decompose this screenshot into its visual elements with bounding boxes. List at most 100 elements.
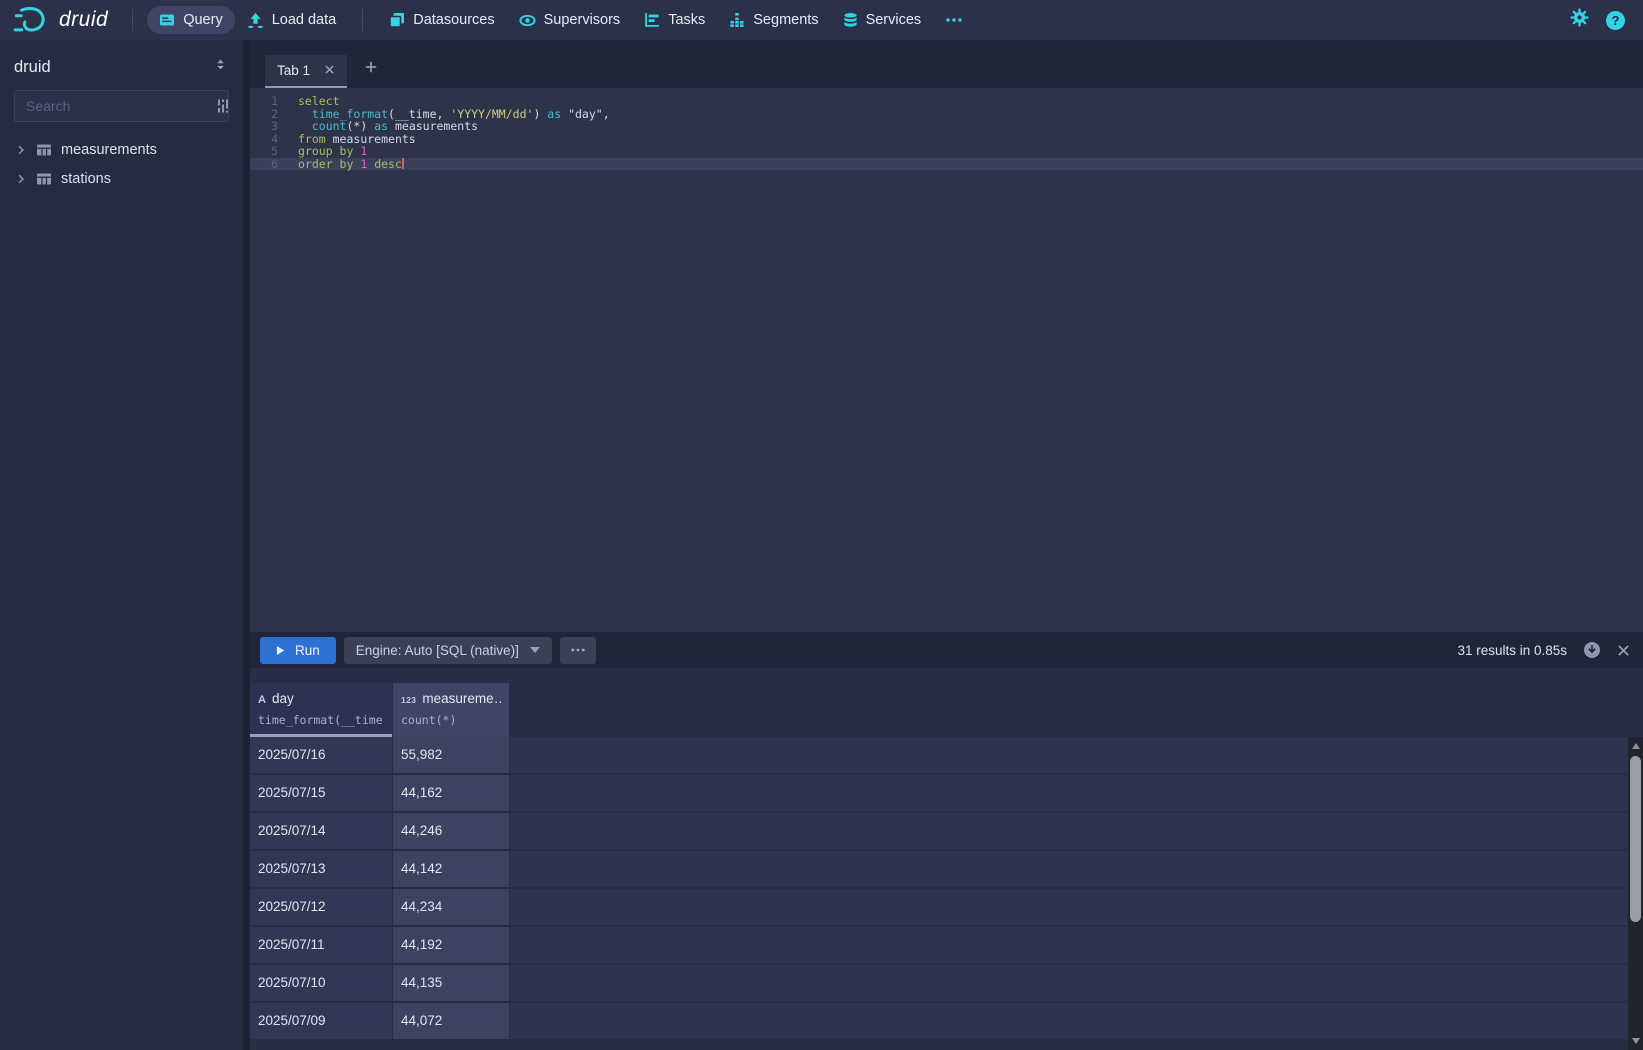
results-table: Adaytime_format(__time,…123measureme…cou…	[250, 683, 1628, 1050]
cell-day[interactable]: 2025/07/09	[250, 1003, 392, 1039]
cell-measurements[interactable]: 44,246	[393, 813, 509, 849]
chevron-right-icon[interactable]	[15, 144, 27, 156]
chevron-right-icon[interactable]	[15, 173, 27, 185]
sidebar-table-stations[interactable]: stations	[0, 164, 243, 193]
nav-item-services[interactable]: Services	[831, 6, 934, 34]
scrollbar-thumb[interactable]	[1630, 756, 1641, 922]
nav-separator	[362, 9, 363, 31]
upload-icon	[247, 12, 264, 29]
settings-button[interactable]	[1570, 8, 1589, 32]
druid-logo[interactable]: druid	[12, 5, 108, 35]
cell-day[interactable]: 2025/07/12	[250, 889, 392, 925]
tab-label: Tab 1	[277, 63, 310, 78]
column-name: measureme…	[422, 691, 501, 706]
nav-item-tasks[interactable]: Tasks	[632, 6, 717, 34]
nav-item-segments[interactable]: Segments	[717, 6, 830, 34]
search-input[interactable]	[24, 97, 209, 115]
query-more-button[interactable]	[560, 637, 596, 664]
sidebar-table-measurements[interactable]: measurements	[0, 135, 243, 164]
column-header-day[interactable]: Adaytime_format(__time,…	[250, 683, 392, 737]
cell-measurements[interactable]: 44,234	[393, 889, 509, 925]
cell-day[interactable]: 2025/07/15	[250, 775, 392, 811]
gear-icon	[1570, 8, 1589, 32]
run-button[interactable]: Run	[260, 637, 336, 664]
table-row: 2025/07/0944,072	[250, 1003, 1628, 1039]
cell-measurements[interactable]: 55,982	[393, 737, 509, 773]
add-tab-button[interactable]	[364, 60, 378, 79]
line-number-gutter: 123456	[250, 95, 290, 170]
tab-query-1[interactable]: Tab 1	[265, 55, 347, 88]
cell-day[interactable]: 2025/07/14	[250, 813, 392, 849]
row-filler	[510, 889, 1643, 925]
console-icon	[159, 12, 175, 28]
nav-item-label: Datasources	[413, 12, 494, 28]
result-status-area: 31 results in 0.85s	[1457, 641, 1643, 659]
row-filler	[510, 775, 1643, 811]
results-scrollbar[interactable]	[1628, 737, 1643, 1050]
nav-item-query[interactable]: Query	[147, 6, 235, 34]
download-results-button[interactable]	[1583, 641, 1601, 659]
nav-item-more[interactable]	[933, 6, 975, 34]
nav-item-label: Load data	[272, 12, 337, 28]
table-icon	[36, 171, 52, 187]
code-line-6: order by 1 desc	[298, 158, 610, 171]
cell-measurements[interactable]: 44,162	[393, 775, 509, 811]
table-name: measurements	[61, 142, 157, 158]
line-number: 3	[250, 120, 278, 133]
eye-icon	[519, 12, 536, 29]
nav-item-label: Supervisors	[544, 12, 621, 28]
cell-day[interactable]: 2025/07/11	[250, 927, 392, 963]
table-row: 2025/07/1344,142	[250, 851, 1628, 887]
column-type-icon: 123	[401, 695, 416, 705]
scroll-up-button[interactable]	[1628, 739, 1643, 753]
cell-day[interactable]: 2025/07/10	[250, 965, 392, 1001]
cell-measurements[interactable]: 44,192	[393, 927, 509, 963]
row-filler	[510, 737, 1643, 773]
nav-item-load-data[interactable]: Load data	[235, 6, 349, 35]
ellipsis-icon	[570, 643, 586, 657]
result-status: 31 results in 0.85s	[1457, 643, 1567, 658]
table-row: 2025/07/1544,162	[250, 775, 1628, 811]
column-header-measureme-[interactable]: 123measureme…count(*)	[393, 683, 509, 737]
nav-item-supervisors[interactable]: Supervisors	[507, 6, 633, 35]
triangle-down-icon	[1632, 1038, 1640, 1044]
download-icon	[1583, 641, 1601, 659]
cell-day[interactable]: 2025/07/16	[250, 737, 392, 773]
datasources-icon	[389, 12, 405, 28]
sidebar-search	[14, 90, 229, 122]
schema-sidebar: druid measurements stations	[0, 40, 243, 1050]
results-body: 2025/07/1655,9822025/07/1544,1622025/07/…	[250, 737, 1628, 1039]
nav-item-label: Query	[183, 12, 223, 28]
table-row: 2025/07/1244,234	[250, 889, 1628, 925]
cell-day[interactable]: 2025/07/13	[250, 851, 392, 887]
nav-item-datasources[interactable]: Datasources	[377, 6, 506, 34]
table-icon	[36, 142, 52, 158]
cell-measurements[interactable]: 44,142	[393, 851, 509, 887]
close-results-button[interactable]	[1617, 644, 1630, 657]
results-header-row: Adaytime_format(__time,…123measureme…cou…	[250, 683, 1628, 737]
row-filler	[510, 851, 1643, 887]
cell-measurements[interactable]: 44,135	[393, 965, 509, 1001]
table-row: 2025/07/1044,135	[250, 965, 1628, 1001]
scroll-down-button[interactable]	[1628, 1034, 1643, 1048]
sql-editor[interactable]: 123456 select time_format(__time, 'YYYY/…	[250, 88, 1643, 632]
row-filler	[510, 1003, 1643, 1039]
column-name: day	[272, 691, 294, 706]
table-row: 2025/07/1444,246	[250, 813, 1628, 849]
plus-icon	[364, 60, 378, 79]
results-panel: Adaytime_format(__time,…123measureme…cou…	[250, 668, 1643, 1050]
schema-selector[interactable]: druid	[0, 40, 243, 90]
engine-select[interactable]: Engine: Auto [SQL (native)]	[344, 637, 552, 664]
column-type-icon: A	[258, 694, 266, 706]
help-button[interactable]: ?	[1606, 11, 1625, 30]
row-filler	[510, 965, 1643, 1001]
table-tree: measurements stations	[0, 135, 243, 193]
tab-close-button[interactable]	[324, 63, 335, 78]
bar-chart-icon	[729, 12, 745, 28]
column-filter-icon[interactable]	[215, 98, 231, 114]
gantt-icon	[644, 12, 660, 28]
double-caret-icon	[213, 57, 228, 77]
nav-items: Query Load data Datasources Supervisors Task…	[147, 0, 975, 40]
cell-measurements[interactable]: 44,072	[393, 1003, 509, 1039]
nav-item-label: Segments	[753, 12, 818, 28]
